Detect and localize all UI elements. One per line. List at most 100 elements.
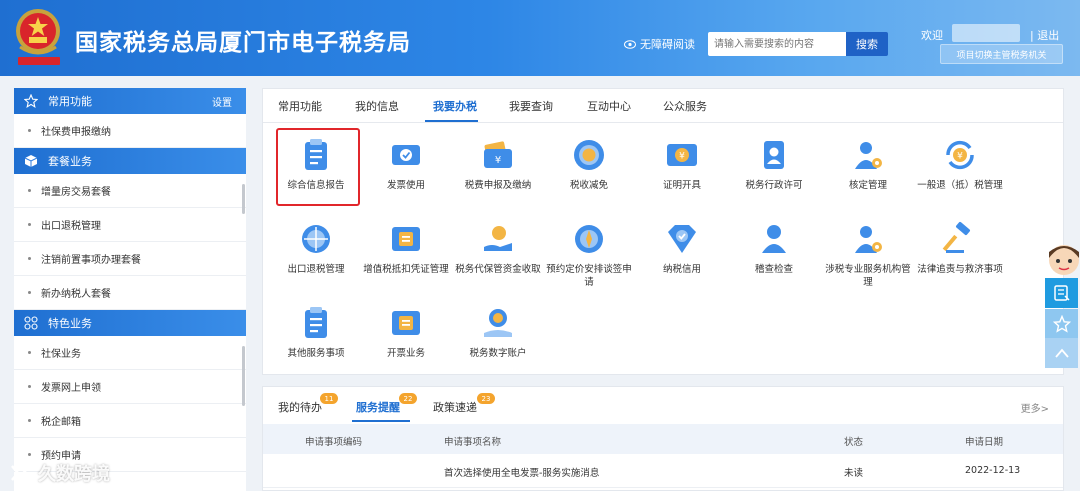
sidebar-item[interactable]: 增量房交易套餐 — [14, 174, 246, 208]
back-to-top-button[interactable] — [1045, 338, 1078, 368]
cell-name[interactable]: 首次选择使用全电发票-服务实施消息 — [444, 465, 599, 479]
sidebar-item[interactable]: 发票网上申领 — [14, 370, 246, 404]
section-title: 常用功能 — [48, 95, 92, 108]
service-verification[interactable]: 核定管理 — [823, 129, 913, 209]
service-invoice-use[interactable]: 发票使用 — [361, 129, 451, 209]
tab-query[interactable]: 我要查询 — [509, 98, 553, 114]
tab-do-tax[interactable]: 我要办税 — [433, 98, 477, 114]
accessibility-link[interactable]: 无障碍阅读 — [624, 36, 695, 52]
service-vat-voucher[interactable]: 增值税抵扣凭证管理 — [361, 213, 451, 293]
service-label: 涉税专业服务机构管理 — [825, 264, 911, 288]
feedback-button[interactable] — [1045, 278, 1078, 308]
gavel-icon — [942, 221, 970, 253]
notice-panel: 我的待办 11 服务提醒 22 政策速递 23 更多> 申请事项编码 申请事项名… — [262, 386, 1064, 491]
bullet-icon — [28, 223, 31, 226]
service-tax-declare-pay[interactable]: ¥ 税费申报及缴纳 — [453, 129, 543, 209]
active-tab-indicator — [425, 120, 478, 122]
todo-count-badge: 11 — [320, 393, 338, 404]
service-label: 税收减免 — [569, 180, 608, 191]
service-label: 税费申报及缴纳 — [464, 180, 532, 191]
bullet-icon — [28, 129, 31, 132]
main-tabs: 常用功能 我的信息 我要办税 我要查询 互动中心 公众服务 — [263, 89, 1063, 123]
service-custody-funds[interactable]: 税务代保管资金收取 — [453, 213, 543, 293]
service-label: 税务代保管资金收取 — [455, 264, 541, 275]
service-tax-reduction[interactable]: 税收减免 — [544, 129, 634, 209]
sidebar-section-special[interactable]: 特色业务 — [14, 310, 246, 336]
voucher-ticket-icon — [392, 311, 420, 335]
section-title: 特色业务 — [48, 317, 92, 330]
more-link[interactable]: 更多> — [1021, 400, 1049, 415]
emblem-subtitle-icon — [18, 57, 60, 65]
bullet-icon — [28, 453, 31, 456]
bullet-icon — [28, 351, 31, 354]
policy-count-badge: 23 — [477, 393, 495, 404]
service-admin-license[interactable]: 税务行政许可 — [729, 129, 819, 209]
logout-link[interactable]: | 退出 — [1030, 27, 1059, 43]
sidebar-section-common[interactable]: 常用功能 设置 — [14, 88, 246, 114]
service-label: 开票业务 — [386, 348, 425, 359]
service-tax-refund[interactable]: ¥ 一般退（抵）税管理 — [915, 129, 1005, 209]
sidebar-item[interactable]: 出口退税管理 — [14, 208, 246, 242]
search-button[interactable]: 搜索 — [846, 32, 888, 56]
service-digital-account[interactable]: 税务数字账户 — [453, 297, 543, 377]
sidebar-section-package[interactable]: 套餐业务 — [14, 148, 246, 174]
chevron-up-icon — [1054, 348, 1069, 358]
site-header: 国家税务总局厦门市电子税务局 无障碍阅读 搜索 欢迎 | 退出 项目切换主管税务… — [0, 0, 1080, 76]
switch-org-button[interactable]: 项目切换主管税务机关 — [940, 44, 1063, 64]
scrollbar-special[interactable] — [242, 346, 245, 406]
refund-cycle-icon: ¥ — [946, 140, 974, 170]
service-export-refund[interactable]: 出口退税管理 — [271, 213, 361, 293]
tab-service-reminder[interactable]: 服务提醒 — [356, 399, 400, 415]
chat-note-icon — [1053, 285, 1070, 301]
sidebar-item[interactable]: 税企邮箱 — [14, 404, 246, 438]
tab-policy[interactable]: 政策速递 — [433, 399, 477, 415]
user-gear-icon — [855, 142, 882, 169]
service-label: 发票使用 — [386, 180, 425, 191]
table-header: 申请事项编码 申请事项名称 状态 申请日期 — [263, 424, 1063, 454]
column-header: 申请日期 — [965, 437, 1004, 448]
svg-text:¥: ¥ — [495, 155, 501, 166]
sidebar-item[interactable]: 社保费申报缴纳 — [14, 114, 246, 148]
service-professional-agency[interactable]: 涉税专业服务机构管理 — [823, 213, 913, 293]
watermark-text: 久数跨境 — [38, 464, 110, 485]
service-other[interactable]: 其他服务事项 — [271, 297, 361, 377]
service-inspection[interactable]: 稽查检查 — [729, 213, 819, 293]
reminder-count-badge: 22 — [399, 393, 417, 404]
sidebar-item[interactable]: 注销前置事项办理套餐 — [14, 242, 246, 276]
service-pricing-arrangement[interactable]: 预约定价安排谈签申请 — [544, 213, 634, 293]
favorite-button[interactable] — [1045, 309, 1078, 339]
scrollbar-package[interactable] — [242, 184, 245, 214]
tab-common[interactable]: 常用功能 — [278, 98, 322, 114]
tab-interaction[interactable]: 互动中心 — [587, 98, 631, 114]
user-icon — [762, 225, 786, 253]
service-tax-credit[interactable]: 纳税信用 — [637, 213, 727, 293]
watermark-logo-icon — [11, 465, 28, 481]
svg-text:¥: ¥ — [679, 152, 685, 162]
bullet-icon — [28, 385, 31, 388]
cube-icon — [24, 155, 38, 167]
sidebar-item[interactable]: 社保业务 — [14, 336, 246, 370]
tab-todo[interactable]: 我的待办 — [278, 399, 322, 415]
wallet-yuan-icon: ¥ — [484, 141, 512, 168]
sidebar-item[interactable]: 新办纳税人套餐 — [14, 276, 246, 310]
compass-icon — [575, 225, 603, 253]
settings-link[interactable]: 设置 — [212, 94, 232, 109]
tab-my-info[interactable]: 我的信息 — [355, 98, 399, 114]
tab-public[interactable]: 公众服务 — [663, 98, 707, 114]
id-badge-icon — [764, 141, 784, 169]
search-input[interactable] — [708, 32, 846, 56]
table-row[interactable]: 首次选择使用全电发票-服务实施消息 未读 2022-12-13 — [263, 454, 1063, 488]
section-title: 套餐业务 — [48, 155, 92, 168]
service-invoicing[interactable]: 开票业务 — [361, 297, 451, 377]
bullet-icon — [28, 291, 31, 294]
left-sidebar: 常用功能 设置 社保费申报缴纳 套餐业务 增量房交易套餐 出口退税管理 注销前置… — [14, 88, 246, 491]
watermark: 久数跨境 — [10, 460, 110, 486]
service-label: 一般退（抵）税管理 — [917, 180, 1003, 191]
service-legal-remedy[interactable]: 法律追责与救济事项 — [915, 213, 1005, 293]
cell-status: 未读 — [844, 468, 864, 479]
star-outline-icon — [1052, 315, 1071, 333]
svg-text:¥: ¥ — [957, 152, 963, 162]
voucher-ticket-icon — [392, 227, 420, 251]
service-certificate[interactable]: ¥ 证明开具 — [637, 129, 727, 209]
assistant-avatar-icon[interactable] — [1045, 240, 1080, 278]
